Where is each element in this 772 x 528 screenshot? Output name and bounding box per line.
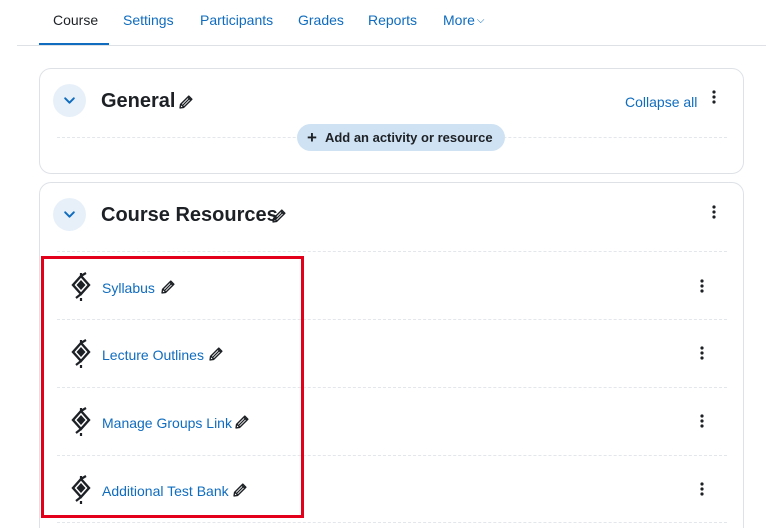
url-resource-icon — [70, 272, 92, 302]
activity-link-manage-groups[interactable]: Manage Groups Link — [102, 414, 232, 432]
section-general-collapse-button[interactable] — [53, 84, 86, 117]
activity-menu-kebab-icon[interactable] — [695, 276, 709, 296]
edit-activity-pencil-icon[interactable] — [161, 280, 175, 294]
tab-settings[interactable]: Settings — [123, 11, 174, 29]
activity-divider — [57, 319, 727, 320]
section-resources-menu-kebab-icon[interactable] — [707, 202, 721, 222]
edit-section-title-pencil-icon[interactable] — [272, 209, 286, 223]
tab-grades[interactable]: Grades — [298, 11, 344, 29]
url-resource-icon — [70, 407, 92, 437]
activity-link-additional-test-bank[interactable]: Additional Test Bank — [102, 482, 229, 500]
collapse-all-link[interactable]: Collapse all — [625, 93, 697, 111]
activity-divider — [57, 455, 727, 456]
add-activity-label: Add an activity or resource — [324, 130, 493, 145]
secondary-navigation: Course Settings Participants Grades Repo… — [0, 0, 772, 46]
activity-menu-kebab-icon[interactable] — [695, 479, 709, 499]
activity-link-syllabus[interactable]: Syllabus — [102, 279, 155, 297]
section-general-title[interactable]: General — [101, 89, 175, 113]
plus-icon: + — [307, 128, 317, 147]
activity-menu-kebab-icon[interactable] — [695, 343, 709, 363]
url-resource-icon — [70, 339, 92, 369]
edit-section-title-pencil-icon[interactable] — [179, 95, 193, 109]
nav-divider — [17, 45, 766, 46]
tab-more-label: More — [443, 12, 475, 28]
tab-participants[interactable]: Participants — [200, 11, 273, 29]
tab-reports[interactable]: Reports — [368, 11, 417, 29]
activity-divider — [57, 251, 727, 252]
tab-course[interactable]: Course — [53, 11, 98, 29]
activity-divider — [57, 387, 727, 388]
url-resource-icon — [70, 475, 92, 505]
chevron-down-icon — [63, 208, 76, 221]
edit-activity-pencil-icon[interactable] — [235, 415, 249, 429]
edit-activity-pencil-icon[interactable] — [233, 483, 247, 497]
section-resources-collapse-button[interactable] — [53, 198, 86, 231]
section-resources-title[interactable]: Course Resources — [101, 203, 278, 227]
section-general — [39, 68, 744, 174]
chevron-down-icon — [63, 94, 76, 107]
activity-link-lecture-outlines[interactable]: Lecture Outlines — [102, 346, 204, 364]
activity-divider — [57, 522, 727, 523]
chevron-down-icon: ⌵ — [476, 15, 485, 26]
edit-activity-pencil-icon[interactable] — [209, 347, 223, 361]
section-general-menu-kebab-icon[interactable] — [707, 87, 721, 107]
add-activity-button[interactable]: + Add an activity or resource — [297, 124, 505, 151]
tab-more[interactable]: More ⌵ — [443, 11, 485, 30]
activity-menu-kebab-icon[interactable] — [695, 411, 709, 431]
